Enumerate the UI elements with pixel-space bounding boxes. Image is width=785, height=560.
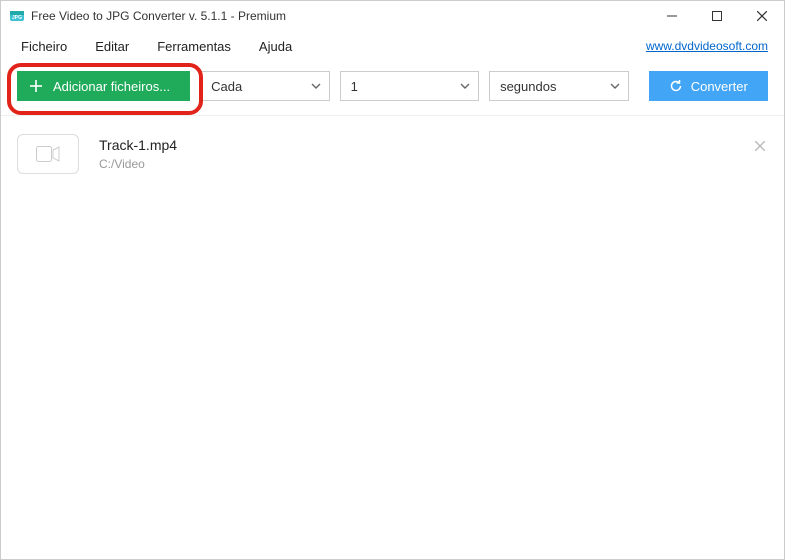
file-name: Track-1.mp4 (99, 137, 177, 153)
count-select[interactable]: 1 (340, 71, 479, 101)
titlebar: JPG Free Video to JPG Converter v. 5.1.1… (1, 1, 784, 31)
remove-file-button[interactable] (752, 138, 768, 154)
convert-label: Converter (691, 79, 748, 94)
menubar: Ficheiro Editar Ferramentas Ajuda www.dv… (1, 31, 784, 61)
mode-select[interactable]: Cada (200, 71, 329, 101)
add-files-label: Adicionar ficheiros... (53, 79, 170, 94)
mode-select-value: Cada (211, 79, 242, 94)
file-item[interactable]: Track-1.mp4 C:/Video (1, 128, 784, 180)
file-meta: Track-1.mp4 C:/Video (99, 137, 177, 171)
close-icon (755, 141, 765, 151)
chevron-down-icon (610, 81, 620, 91)
video-icon (36, 146, 60, 162)
file-path: C:/Video (99, 157, 177, 171)
minimize-button[interactable] (649, 1, 694, 31)
menu-tools[interactable]: Ferramentas (153, 35, 243, 58)
count-select-value: 1 (351, 79, 358, 94)
add-files-button[interactable]: Adicionar ficheiros... (17, 71, 190, 101)
menu-edit[interactable]: Editar (91, 35, 141, 58)
plus-icon (29, 79, 43, 93)
window-controls (649, 1, 784, 31)
unit-select[interactable]: segundos (489, 71, 628, 101)
app-logo-icon: JPG (9, 8, 25, 24)
unit-select-value: segundos (500, 79, 556, 94)
close-button[interactable] (739, 1, 784, 31)
menu-help[interactable]: Ajuda (255, 35, 304, 58)
maximize-button[interactable] (694, 1, 739, 31)
menu-file[interactable]: Ficheiro (17, 35, 79, 58)
chevron-down-icon (311, 81, 321, 91)
file-list: Track-1.mp4 C:/Video (1, 116, 784, 559)
video-thumbnail (17, 134, 79, 174)
window-title: Free Video to JPG Converter v. 5.1.1 - P… (31, 9, 649, 23)
svg-text:JPG: JPG (12, 15, 22, 21)
vendor-link[interactable]: www.dvdvideosoft.com (646, 39, 768, 53)
chevron-down-icon (460, 81, 470, 91)
toolbar-area: Adicionar ficheiros... Cada 1 segundos (1, 61, 784, 116)
convert-button[interactable]: Converter (649, 71, 768, 101)
refresh-icon (669, 79, 683, 93)
